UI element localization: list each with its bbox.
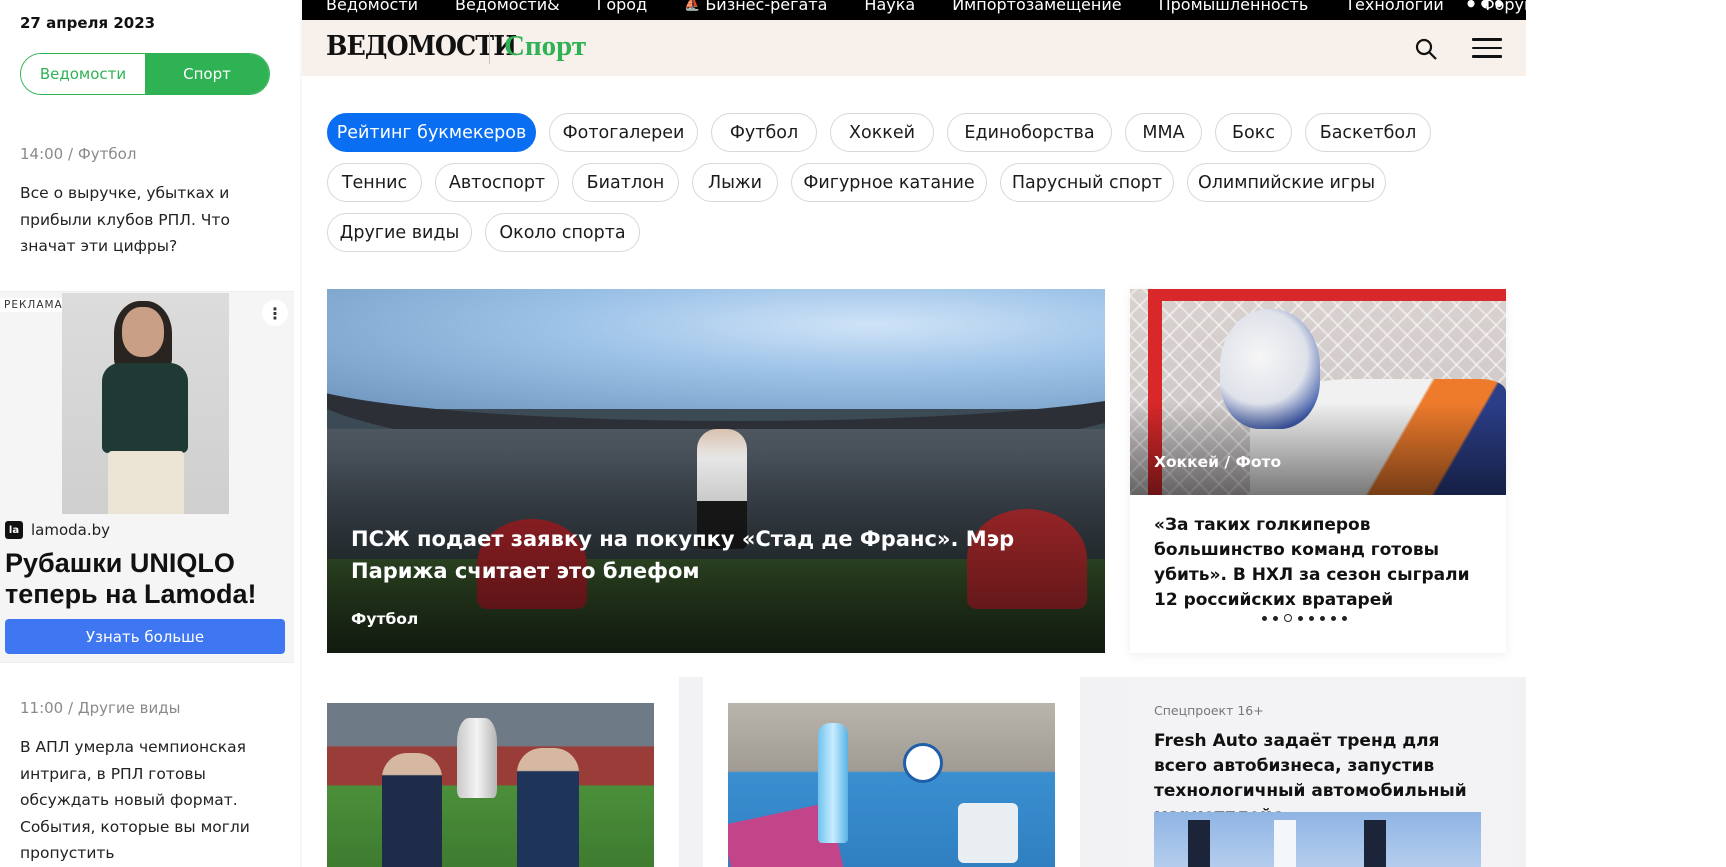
slider-dot[interactable] — [1342, 615, 1347, 621]
tag-photo-galleries[interactable]: Фотогалереи — [549, 113, 698, 152]
hamburger-menu-icon[interactable] — [1472, 38, 1502, 58]
feed-item-time: 11:00 — [20, 699, 64, 717]
sport-section-logo[interactable]: Спорт — [504, 30, 586, 63]
tag-biathlon[interactable]: Биатлон — [572, 163, 679, 202]
feed-item-separator: / — [68, 699, 74, 717]
special-project-label: Спецпроект 16+ — [1154, 703, 1264, 718]
topnav-item[interactable]: Ведомости& — [455, 0, 560, 14]
ad-label: РЕКЛАМА — [0, 298, 67, 312]
ad-title[interactable]: Рубашки UNIQLO теперь на Lamoda! — [5, 548, 291, 610]
feed-item-meta: 14:00 / Футбол — [20, 145, 136, 163]
article-image[interactable] — [327, 703, 654, 867]
feed-item-separator: / — [68, 145, 74, 163]
slider-dot[interactable] — [1331, 615, 1336, 621]
page-margin — [1526, 0, 1726, 867]
feed-item-headline[interactable]: Все о выручке, убытках и прибыли клубов … — [20, 180, 250, 260]
photo-slider-card[interactable]: Хоккей / Фото «За таких голкиперов больш… — [1130, 289, 1506, 653]
tag-tennis[interactable]: Теннис — [327, 163, 422, 202]
hero-category[interactable]: Футбол — [351, 610, 418, 628]
slider-headline[interactable]: «За таких голкиперов большинство команд … — [1154, 513, 1484, 613]
site-header: ВЕДОМОСТИ Спорт — [302, 20, 1526, 76]
topnav-more-icon[interactable]: ••• — [1465, 0, 1506, 16]
tag-olympics[interactable]: Олимпийские игры — [1187, 163, 1386, 202]
tag-martial-arts[interactable]: Единоборства — [947, 113, 1112, 152]
special-project-card[interactable]: Спецпроект 16+ Fresh Auto задаёт тренд д… — [1130, 677, 1506, 867]
topnav-item[interactable]: Ведомости — [326, 0, 418, 14]
topnav-item[interactable]: ⛵ Бизнес-регата — [684, 0, 827, 14]
ad-brand[interactable]: la lamoda.by — [5, 521, 110, 539]
feed-item-meta: 11:00 / Другие виды — [20, 699, 180, 717]
special-project-image[interactable] — [1154, 812, 1481, 867]
tag-figure-skating[interactable]: Фигурное катание — [791, 163, 987, 202]
slider-dot[interactable] — [1309, 615, 1314, 621]
topnav-item[interactable]: Город — [597, 0, 648, 14]
ad-brand-name: lamoda.by — [31, 521, 111, 539]
top-navigation: Ведомости Ведомости& Город ⛵ Бизнес-регат… — [302, 0, 1526, 20]
hero-headline[interactable]: ПСЖ подает заявку на покупку «Стад де Фр… — [351, 523, 1031, 587]
article-card[interactable] — [302, 677, 679, 867]
tag-basketball[interactable]: Баскетбол — [1305, 113, 1431, 152]
slider-dot[interactable] — [1320, 615, 1325, 621]
feed-item-rubric[interactable]: Футбол — [78, 145, 137, 163]
tag-football[interactable]: Футбол — [711, 113, 817, 152]
feed-item-headline[interactable]: В АПЛ умерла чемпионская интрига, в РПЛ … — [20, 734, 250, 867]
topnav-item[interactable]: Наука — [864, 0, 915, 14]
tag-bookmaker-rating[interactable]: Рейтинг букмекеров — [327, 113, 536, 152]
sailboat-icon: ⛵ — [684, 0, 701, 12]
ad-more-icon[interactable]: ⋮ — [262, 300, 288, 326]
slider-dot[interactable] — [1273, 615, 1278, 621]
topnav-item[interactable]: Импортозамещение — [952, 0, 1121, 14]
tag-sailing[interactable]: Парусный спорт — [1000, 163, 1174, 202]
slider-dot[interactable] — [1298, 615, 1303, 621]
tag-mma[interactable]: ММА — [1125, 113, 1202, 152]
left-sidebar: 27 апреля 2023 Ведомости Спорт 14:00 / Ф… — [0, 0, 300, 867]
tag-skiing[interactable]: Лыжи — [692, 163, 778, 202]
feed-item-time: 14:00 — [20, 145, 64, 163]
main-content: Ведомости Ведомости& Город ⛵ Бизнес-регат… — [302, 0, 1526, 867]
current-date: 27 апреля 2023 — [20, 14, 156, 32]
switch-vedomosti[interactable]: Ведомости — [21, 54, 145, 94]
tag-boxing[interactable]: Бокс — [1215, 113, 1292, 152]
switch-sport[interactable]: Спорт — [145, 54, 269, 94]
tag-other-sports[interactable]: Другие виды — [327, 213, 472, 252]
slider-dot-active[interactable] — [1284, 614, 1292, 622]
tag-motorsport[interactable]: Автоспорт — [435, 163, 559, 202]
vedomosti-logo[interactable]: ВЕДОМОСТИ — [326, 31, 517, 62]
tag-around-sport[interactable]: Около спорта — [485, 213, 640, 252]
article-image[interactable] — [728, 703, 1055, 867]
section-switch: Ведомости Спорт — [20, 53, 270, 95]
lamoda-logo-icon: la — [5, 521, 23, 539]
topnav-item[interactable]: Промышленность — [1159, 0, 1309, 14]
slider-pagination — [1262, 614, 1347, 622]
logo-divider — [489, 32, 490, 64]
article-card[interactable] — [703, 677, 1080, 867]
tag-hockey[interactable]: Хоккей — [830, 113, 934, 152]
search-icon[interactable] — [1414, 37, 1438, 61]
slider-category[interactable]: Хоккей / Фото — [1154, 453, 1281, 471]
slider-dot[interactable] — [1262, 615, 1267, 621]
feed-item-rubric[interactable]: Другие виды — [78, 699, 181, 717]
ad-image[interactable] — [62, 293, 229, 514]
hero-article[interactable]: ПСЖ подает заявку на покупку «Стад де Фр… — [327, 289, 1105, 653]
advertisement[interactable]: РЕКЛАМА ⋮ la lamoda.by Рубашки UNIQLO те… — [0, 291, 294, 663]
topnav-item[interactable]: Технологии — [1345, 0, 1444, 14]
ad-learn-more-button[interactable]: Узнать больше — [5, 619, 285, 654]
